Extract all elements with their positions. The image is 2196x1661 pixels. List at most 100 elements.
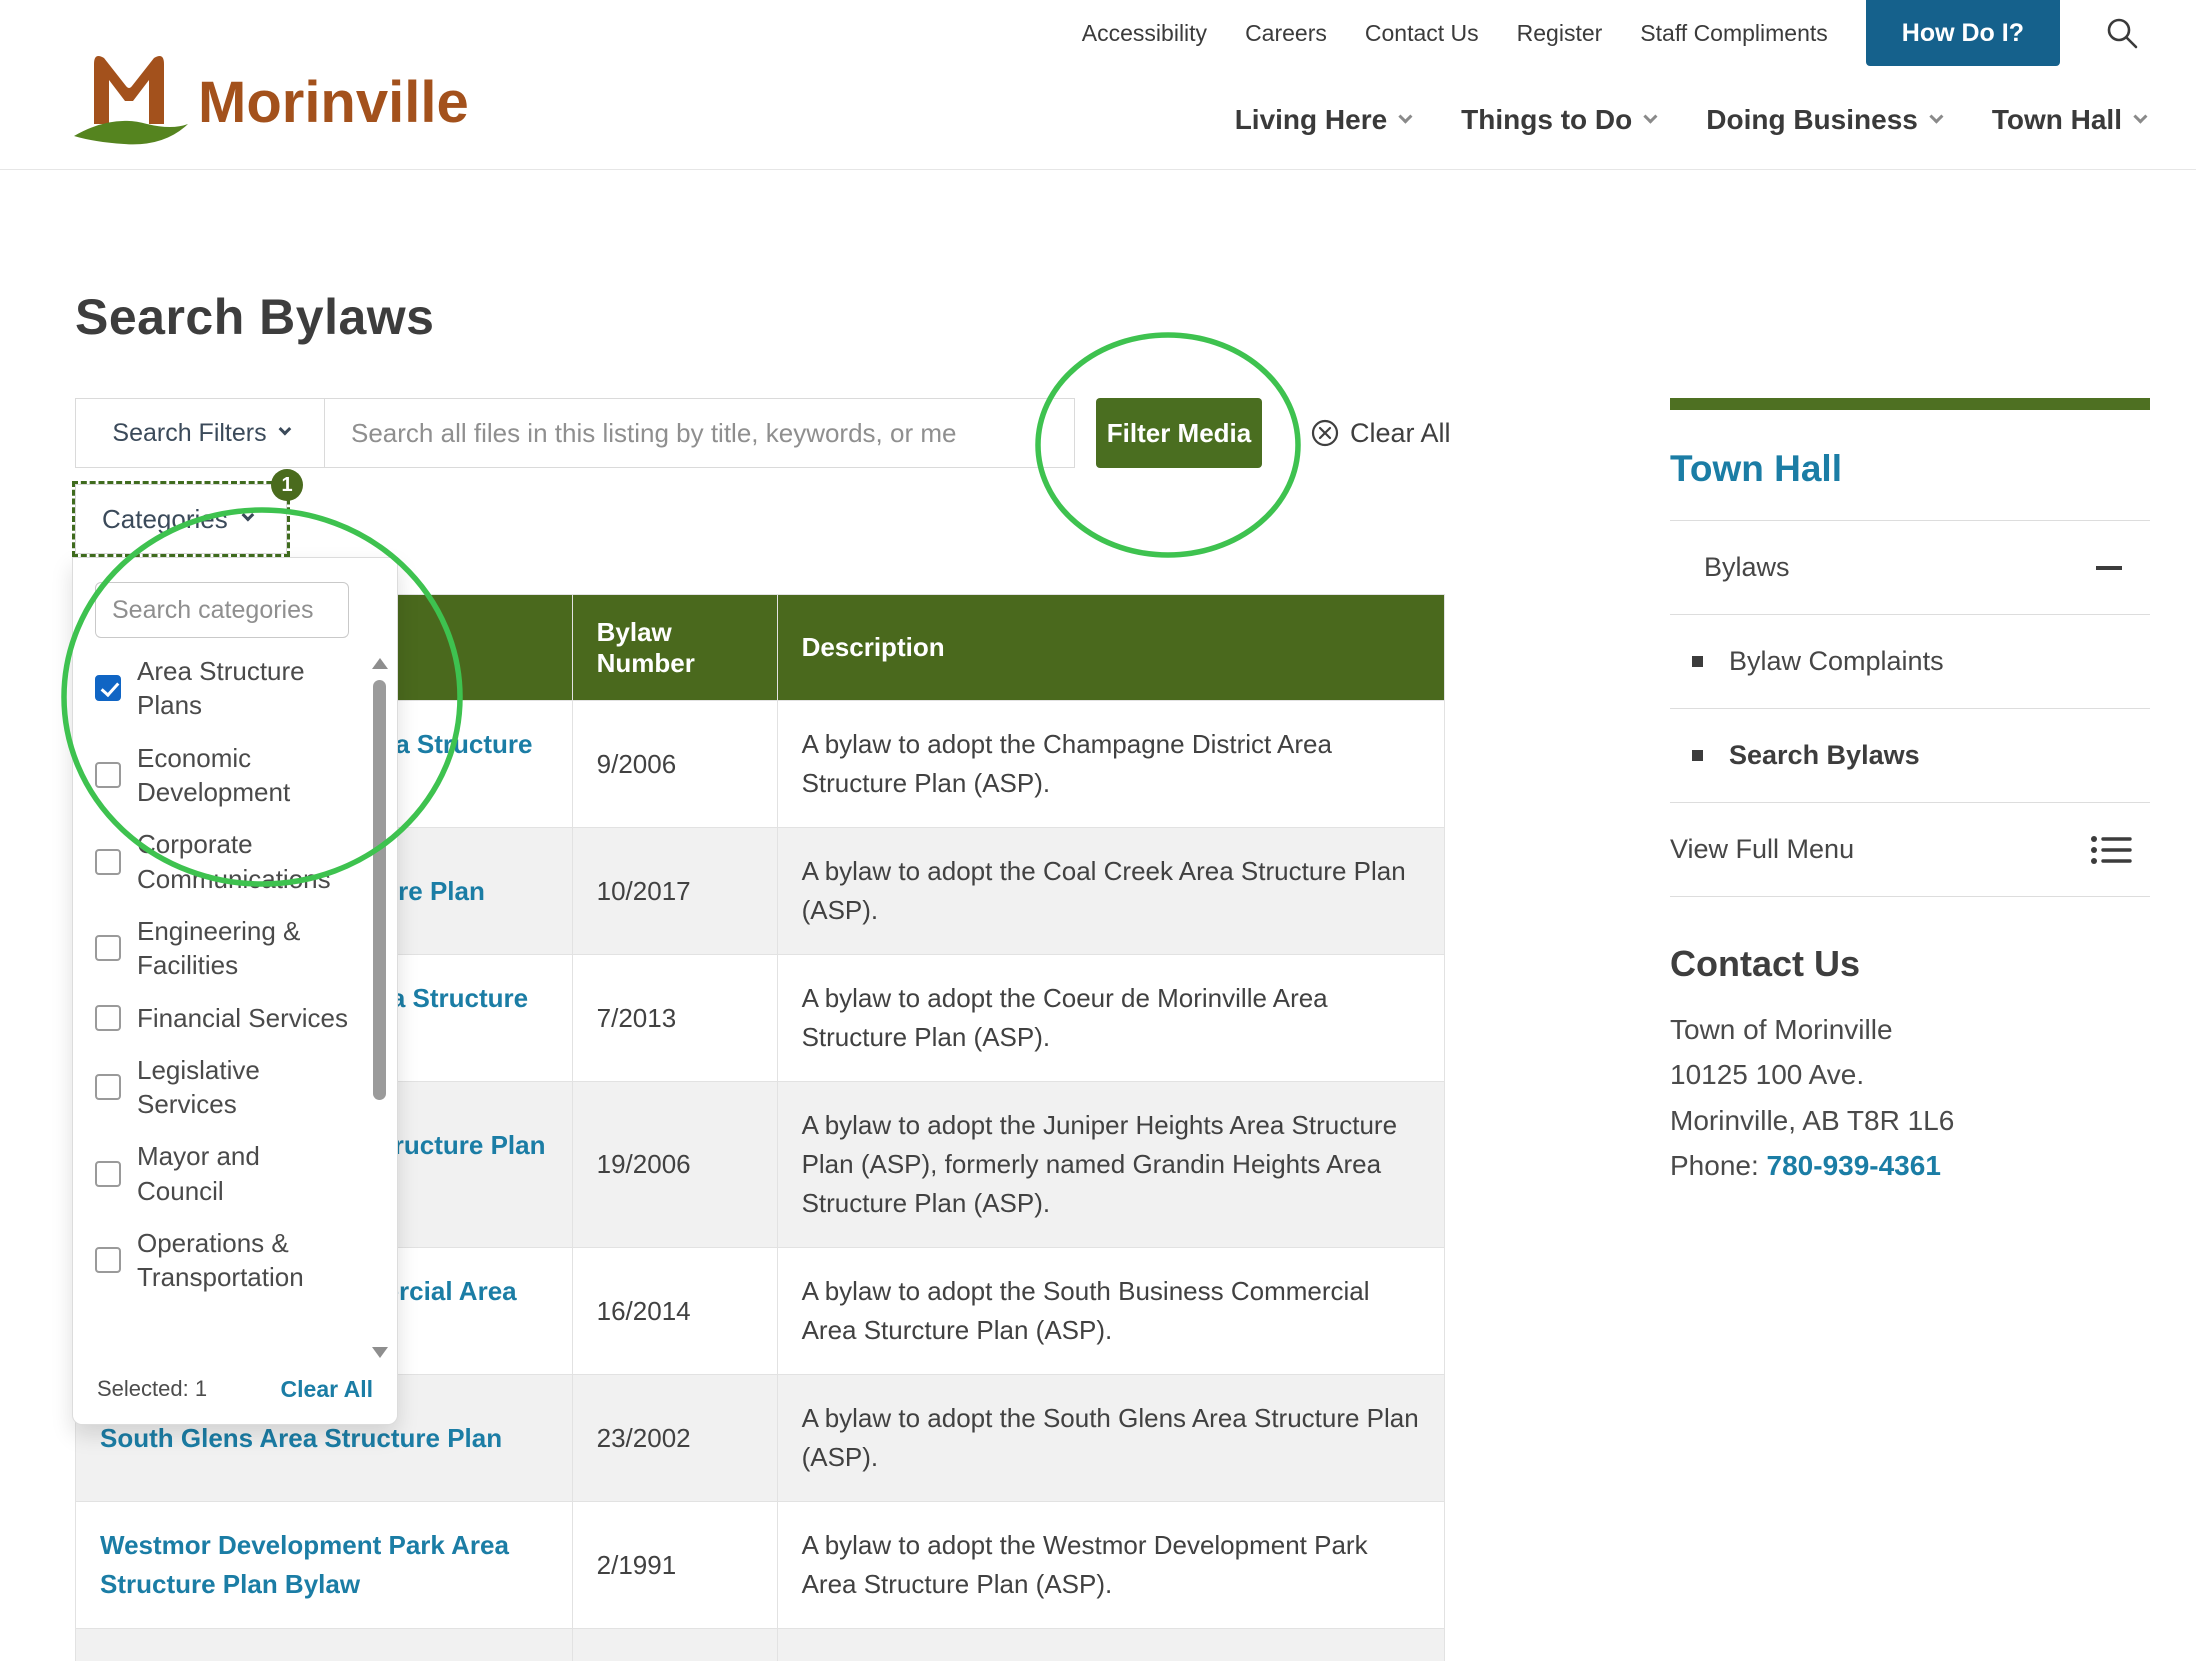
collapse-minus-icon[interactable] bbox=[2096, 566, 2122, 570]
clear-all-button[interactable]: Clear All bbox=[1310, 398, 1451, 468]
bylaw-description-cell: A bylaw to adopt the Juniper Heights Are… bbox=[777, 1082, 1444, 1248]
bylaw-description-cell: A bylaw to adopt the South Glens Area St… bbox=[777, 1375, 1444, 1502]
bylaw-number-cell: 7/2013 bbox=[572, 955, 777, 1082]
main-nav: Living Here Things to Do Doing Business … bbox=[1235, 104, 2144, 136]
circle-x-icon bbox=[1310, 418, 1340, 448]
search-filters-button[interactable]: Search Filters bbox=[75, 398, 325, 468]
column-header-description: Description bbox=[777, 595, 1444, 701]
contact-address-line2: Morinville, AB T8R 1L6 bbox=[1670, 1098, 2150, 1143]
how-do-i-button[interactable]: How Do I? bbox=[1866, 0, 2060, 66]
utility-nav-link[interactable]: Accessibility bbox=[1082, 20, 1207, 47]
chevron-down-icon bbox=[241, 509, 254, 522]
column-header-bylaw-number: Bylaw Number bbox=[572, 595, 777, 701]
contact-us-title: Contact Us bbox=[1670, 943, 2150, 985]
contact-address-line1: 10125 100 Ave. bbox=[1670, 1052, 2150, 1097]
page-root: Morinville Accessibility Careers Contact U… bbox=[0, 0, 2196, 1661]
main-nav-item[interactable]: Town Hall bbox=[1992, 104, 2144, 136]
scrollbar-thumb[interactable] bbox=[373, 680, 386, 1100]
bylaw-number-cell: 16/2014 bbox=[572, 1248, 777, 1375]
dropdown-scrollbar bbox=[371, 658, 389, 1358]
bylaw-number-cell: 2/1991 bbox=[572, 1502, 777, 1629]
categories-filter: Categories 1 bbox=[72, 481, 290, 557]
checkbox-icon[interactable] bbox=[95, 1161, 121, 1187]
menu-list-icon bbox=[2090, 833, 2132, 867]
contact-phone-line: Phone: 780-939-4361 bbox=[1670, 1143, 2150, 1188]
contact-org: Town of Morinville bbox=[1670, 1007, 2150, 1052]
main-nav-item[interactable]: Living Here bbox=[1235, 104, 1409, 136]
bylaw-description-cell: A bylaw to adopt the Westmor Development… bbox=[777, 1502, 1444, 1629]
table-row: Westmor Development Park Area Structure … bbox=[76, 1502, 1445, 1629]
square-bullet-icon bbox=[1692, 750, 1703, 761]
main-nav-item[interactable]: Things to Do bbox=[1461, 104, 1654, 136]
table-row: Westwinds Area Structure Plan Bylaw 10/2… bbox=[76, 1629, 1445, 1661]
bylaw-name-link[interactable]: Westwinds Area Structure Plan Bylaw bbox=[100, 1657, 484, 1661]
bylaw-number-cell: 23/2002 bbox=[572, 1375, 777, 1502]
contact-us-block: Town of Morinville 10125 100 Ave. Morinv… bbox=[1670, 1007, 2150, 1188]
sidebar-section-title: Town Hall bbox=[1670, 448, 2150, 490]
utility-nav-link[interactable]: Contact Us bbox=[1365, 20, 1479, 47]
chevron-down-icon bbox=[1644, 109, 1658, 123]
phone-number-link[interactable]: 780-939-4361 bbox=[1767, 1150, 1941, 1181]
bylaw-number-cell: 10/2004 bbox=[572, 1629, 777, 1661]
category-option[interactable]: Engineering & Facilities bbox=[95, 914, 349, 983]
checkbox-icon[interactable] bbox=[95, 1074, 121, 1100]
category-option[interactable]: Mayor and Council bbox=[95, 1139, 349, 1208]
checkbox-icon[interactable] bbox=[95, 1247, 121, 1273]
site-search-button[interactable] bbox=[2104, 15, 2140, 51]
checkbox-icon[interactable] bbox=[95, 762, 121, 788]
scroll-down-arrow-icon[interactable] bbox=[372, 1347, 388, 1358]
checkbox-icon[interactable] bbox=[95, 935, 121, 961]
sidebar-item-bylaws[interactable]: Bylaws bbox=[1670, 521, 2150, 615]
bylaw-name-link[interactable]: South Glens Area Structure Plan bbox=[100, 1423, 502, 1453]
morinville-logo-graphic: Morinville bbox=[72, 44, 472, 154]
bylaw-description-cell: A bylaw to adopt the Coal Creek Area Str… bbox=[777, 828, 1444, 955]
categories-count-badge: 1 bbox=[271, 469, 303, 501]
categories-option-list: Area Structure Plans Economic Developmen… bbox=[95, 654, 397, 1354]
search-icon bbox=[2104, 15, 2140, 51]
category-option[interactable]: Area Structure Plans bbox=[95, 654, 349, 723]
filter-bar: Search Filters Filter Media Clear All bbox=[75, 398, 1451, 468]
sidebar-accent-bar bbox=[1670, 398, 2150, 410]
dropdown-clear-all-button[interactable]: Clear All bbox=[281, 1376, 373, 1403]
bylaw-description-cell: A bylaw to adopt the Champagne District … bbox=[777, 701, 1444, 828]
utility-nav-link[interactable]: Staff Compliments bbox=[1640, 20, 1827, 47]
categories-search-input[interactable] bbox=[95, 582, 349, 638]
scroll-up-arrow-icon[interactable] bbox=[372, 658, 388, 669]
selected-count-label: Selected: 1 bbox=[97, 1376, 207, 1402]
main-nav-item[interactable]: Doing Business bbox=[1706, 104, 1940, 136]
category-option[interactable]: Financial Services bbox=[95, 1001, 349, 1035]
bylaw-description-cell: A bylaw to adopt the Coeur de Morinville… bbox=[777, 955, 1444, 1082]
category-option[interactable]: Operations & Transportation bbox=[95, 1226, 349, 1295]
chevron-down-icon bbox=[1399, 109, 1413, 123]
bylaw-name-link[interactable]: Westmor Development Park Area Structure … bbox=[100, 1530, 509, 1599]
checkbox-icon[interactable] bbox=[95, 675, 121, 701]
bylaw-description-cell: A bylaw to adopt the South Business Comm… bbox=[777, 1248, 1444, 1375]
chevron-down-icon bbox=[1929, 109, 1943, 123]
categories-button[interactable]: Categories bbox=[75, 484, 287, 554]
sidebar-view-full-menu[interactable]: View Full Menu bbox=[1670, 803, 2150, 897]
utility-nav: Accessibility Careers Contact Us Register St… bbox=[1082, 0, 2140, 66]
checkbox-icon[interactable] bbox=[95, 1005, 121, 1031]
bylaw-number-cell: 9/2006 bbox=[572, 701, 777, 828]
morinville-logo[interactable]: Morinville bbox=[72, 44, 472, 159]
sidebar-item-search-bylaws[interactable]: Search Bylaws bbox=[1670, 709, 2150, 803]
svg-text:Morinville: Morinville bbox=[198, 70, 469, 135]
bylaw-description-cell: A bylaw to adopt the Westwinds Area Stru… bbox=[777, 1629, 1444, 1661]
utility-nav-link[interactable]: Register bbox=[1517, 20, 1603, 47]
site-header: Morinville Accessibility Careers Contact U… bbox=[0, 0, 2196, 170]
dropdown-footer: Selected: 1 Clear All bbox=[73, 1364, 397, 1424]
utility-nav-link[interactable]: Careers bbox=[1245, 20, 1327, 47]
filter-media-button[interactable]: Filter Media bbox=[1096, 398, 1262, 468]
category-option[interactable]: Legislative Services bbox=[95, 1053, 349, 1122]
bylaw-number-cell: 10/2017 bbox=[572, 828, 777, 955]
checkbox-icon[interactable] bbox=[95, 849, 121, 875]
chevron-down-icon bbox=[278, 423, 291, 436]
categories-dropdown: Area Structure Plans Economic Developmen… bbox=[72, 557, 398, 1425]
categories-focus-outline: Categories 1 bbox=[72, 481, 290, 557]
sidebar-menu: Bylaws Bylaw Complaints Search Bylaws Vi… bbox=[1670, 520, 2150, 897]
page-title: Search Bylaws bbox=[75, 288, 434, 346]
category-option[interactable]: Corporate Communications bbox=[95, 827, 349, 896]
category-option[interactable]: Economic Development bbox=[95, 741, 349, 810]
sidebar-item-bylaw-complaints[interactable]: Bylaw Complaints bbox=[1670, 615, 2150, 709]
file-search-input[interactable] bbox=[325, 398, 1075, 468]
